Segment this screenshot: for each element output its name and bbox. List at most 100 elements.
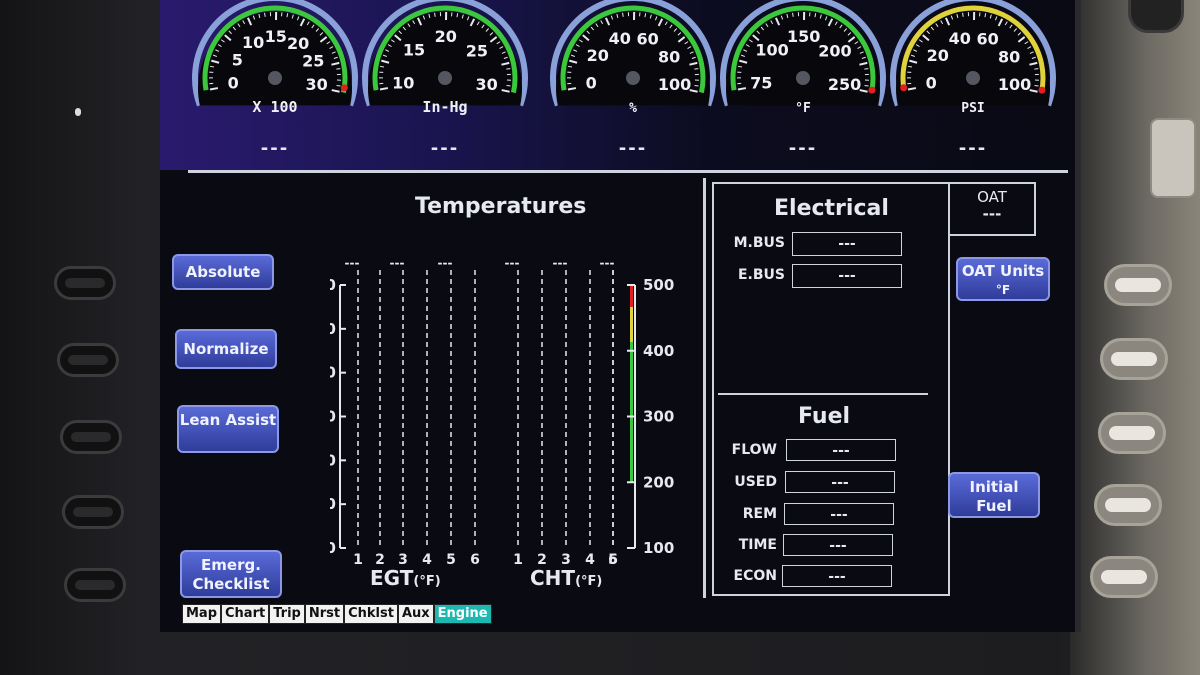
oat-units-label: OAT Units [961,262,1045,280]
gauge-redline [1038,86,1046,94]
temperatures-title: Temperatures [415,194,587,219]
gauge-tick-label: 20 [435,27,457,46]
cht-cylinder-number: 1 [513,552,523,568]
gauge-unit-label: X 100 [252,98,297,116]
gauge-readout: --- [788,138,818,159]
gauge-tick [209,65,215,68]
oat-value: --- [982,205,1002,223]
temperature-bar-chart: 1600150014001300120011001000500400300200… [330,256,674,568]
gauge-redline [900,84,908,92]
gauge-face [198,11,352,106]
gauge-tick-label: 0 [586,73,597,92]
cht-cylinder-number: 6 [608,552,618,568]
gauge-tick-label: 100 [658,75,691,94]
tab-map[interactable]: Map [182,604,222,624]
gauge-tick-label: 80 [658,47,680,66]
indicator-light [75,108,81,116]
tab-nrst[interactable]: Nrst [304,604,345,624]
gauge-hub [796,71,810,85]
gauge-tick [907,87,917,91]
gauge-tick [864,68,869,70]
tab-aux[interactable]: Aux [397,604,434,624]
emerg-checklist-button[interactable]: Emerg. Checklist [180,550,282,598]
absolute-button[interactable]: Absolute [172,254,274,290]
cht-axis-label: 500 [643,276,674,294]
hardware-button-4[interactable] [62,495,124,529]
gauge-tick-label: 20 [287,34,309,53]
gauge-tick-label: 0 [228,73,239,92]
gauge-tick-label: 30 [305,75,327,94]
hardware-button-right-3[interactable] [1098,412,1166,454]
oat-units-button[interactable]: OAT Units °F [956,257,1050,301]
gauge-tick [907,65,913,68]
gauge-tick [264,12,266,17]
gauge-hub [438,71,452,85]
gauge-tick [379,87,389,91]
gauge-tick [209,87,219,91]
hardware-button-2[interactable] [57,343,119,377]
hardware-button-5[interactable] [64,568,126,602]
tab-trip[interactable]: Trip [269,604,305,624]
gauge-tick-label: 60 [637,30,659,49]
hardware-button-right-2[interactable] [1100,338,1168,380]
gauge-tick-label: 40 [609,29,631,48]
fuel-rem-label: REM [742,506,777,522]
gauge-tick-label: 20 [927,46,949,65]
gauge-readout: --- [260,138,290,159]
hardware-knob-top[interactable] [1128,0,1184,33]
gauge-tick-label: 15 [265,27,287,46]
gauge-tick [434,12,436,17]
gauge-tick [737,87,747,91]
hardware-knob[interactable] [1150,118,1196,198]
ebus-value: --- [792,264,902,288]
gauge-tick [737,65,743,68]
cht-normal-band [630,342,633,482]
gauge-tick-label: 100 [755,41,788,60]
cht-caution-band [630,307,633,342]
cht-cylinder-value: --- [553,256,568,270]
hardware-button-right-1[interactable] [1104,264,1172,306]
gauge-tick [962,12,964,17]
gauge-tick [567,65,573,68]
gauge-readout: --- [618,138,648,159]
lean-assist-button[interactable]: Lean Assist [177,405,279,453]
ebus-label: E.BUS [737,267,785,283]
gauge-redline [868,86,876,94]
gauge-tick [1034,68,1039,70]
gauge-tick [694,68,699,70]
fuel-used-value: --- [785,471,895,493]
gauge-hub [966,71,980,85]
gauge-unit-label: In-Hg [422,98,467,116]
tab-engine[interactable]: Engine [433,604,492,624]
gauge-map: 10 15 20 25 30 In-Hg [360,0,530,135]
normalize-button[interactable]: Normalize [175,329,277,369]
egt-cylinder-value: --- [345,256,360,270]
egt-cylinder-number: 5 [446,552,456,568]
hardware-button-1[interactable] [54,266,116,300]
hardware-button-right-4[interactable] [1094,484,1162,526]
initial-fuel-button[interactable]: Initial Fuel [948,472,1040,518]
hardware-button-right-5[interactable] [1090,556,1158,598]
gauge-tick-label: 75 [750,73,772,92]
cht-axis-label: 400 [643,342,674,360]
tab-chart[interactable]: Chart [221,604,270,624]
tab-chklst[interactable]: Chklst [344,604,398,624]
oat-label: OAT [977,188,1007,206]
fuel-divider [718,393,928,395]
gauge-redline [340,84,348,92]
hardware-button-3[interactable] [60,420,122,454]
gauge-rpm: 0 5 10 15 20 25 30 X 100 [190,0,360,135]
egt-axis-label: 1000 [330,539,336,557]
egt-cylinder-number: 6 [470,552,480,568]
cht-axis-label: 300 [643,408,674,426]
fuel-time-label: TIME [738,537,777,553]
gauge-tick [567,87,577,91]
mbus-value: --- [792,232,902,256]
gauge-tick-label: 0 [926,73,937,92]
mbus-label: M.BUS [733,235,785,251]
gauge-tick-label: 10 [392,73,414,92]
egt-axis-label: 1600 [330,276,336,294]
gauge-hub [268,71,282,85]
gauge-tick-label: 40 [949,29,971,48]
egt-axis-label: EGT(°F) [370,566,441,590]
